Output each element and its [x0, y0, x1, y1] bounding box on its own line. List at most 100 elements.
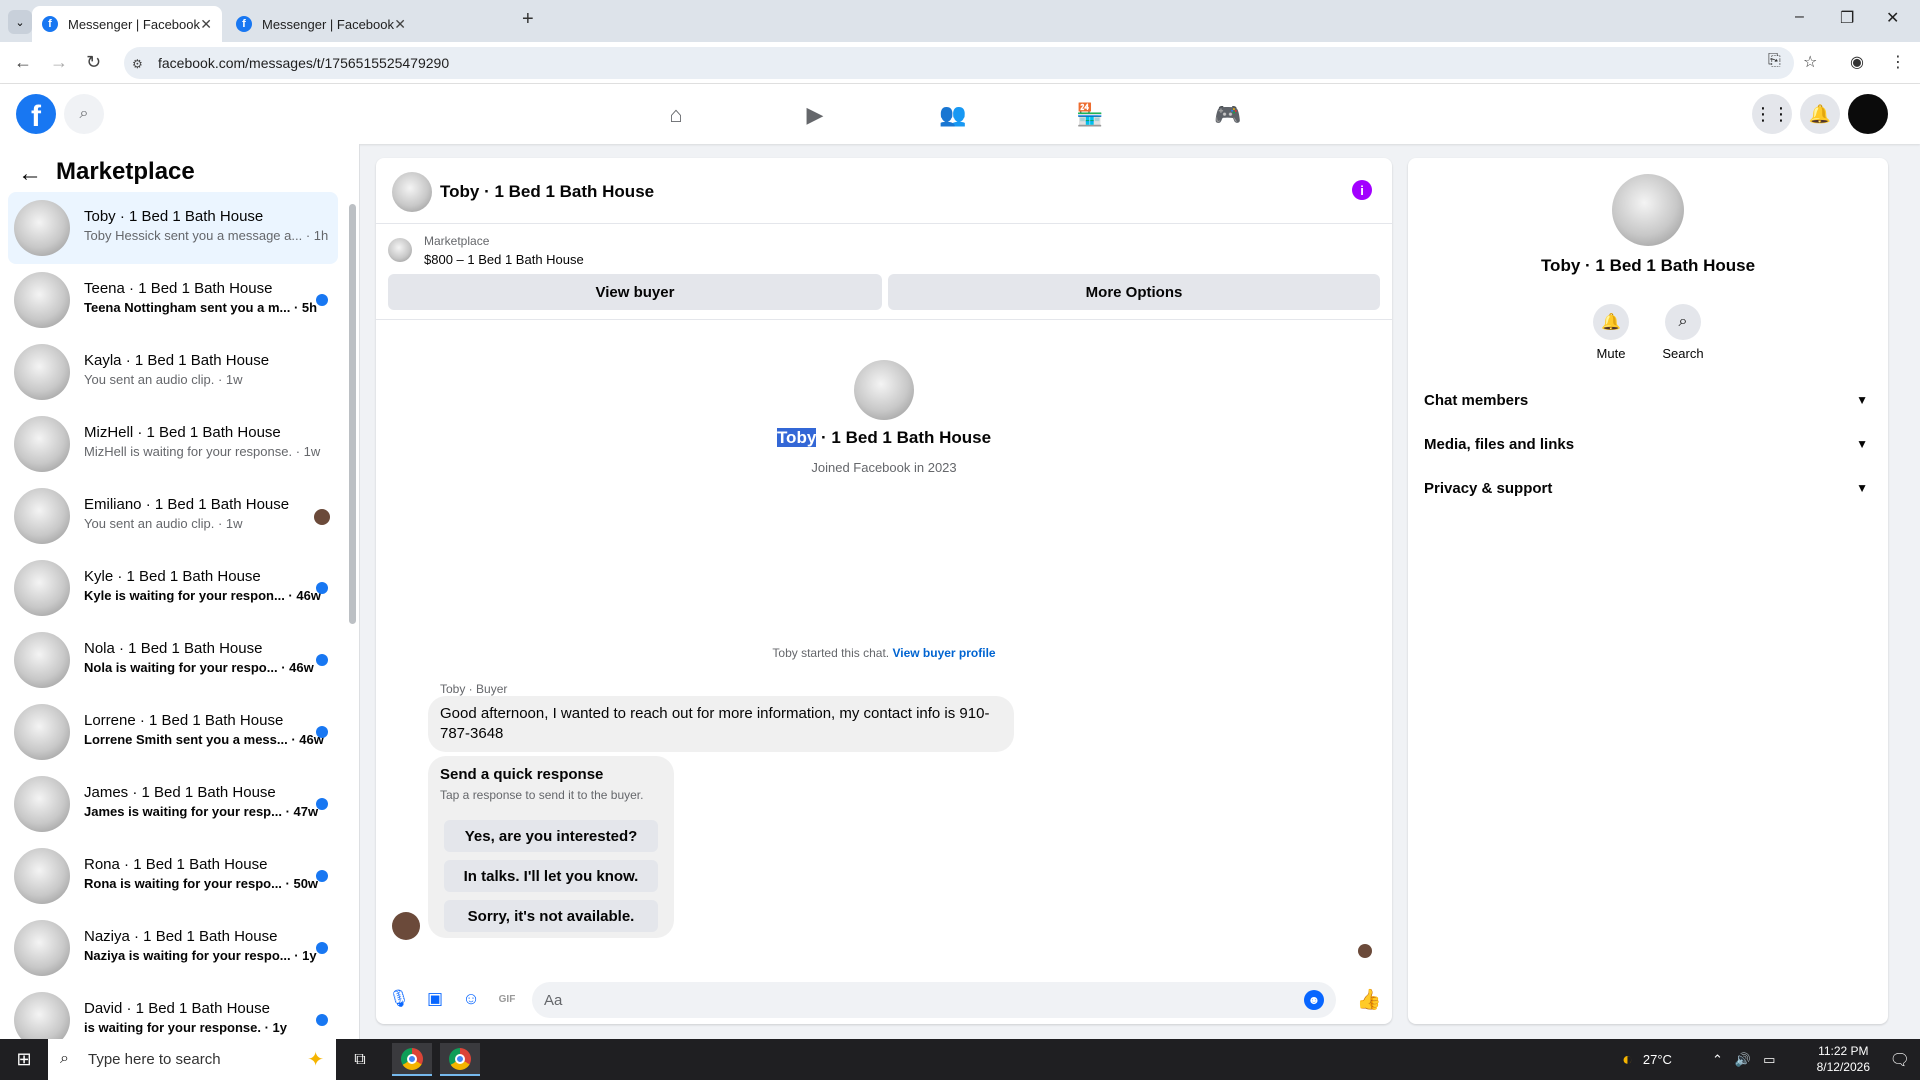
reload-icon[interactable]: ↻	[86, 52, 101, 73]
info-avatar[interactable]	[1612, 174, 1684, 246]
intro-name: Toby · 1 Bed 1 Bath House	[776, 428, 992, 447]
message-bubble[interactable]: Good afternoon, I wanted to reach out fo…	[428, 696, 1014, 752]
listing-thumbnail[interactable]	[388, 238, 412, 262]
weather-widget[interactable]: ◐ 27°C	[1622, 1039, 1672, 1080]
conversation-name: James · 1 Bed 1 Bath House	[84, 784, 276, 801]
home-icon[interactable]: ⌂	[661, 100, 691, 130]
photo-icon[interactable]: ▣	[424, 988, 446, 1010]
conversation-item[interactable]: Rona · 1 Bed 1 Bath House Rona is waiting…	[8, 840, 338, 912]
conversation-item[interactable]: Toby · 1 Bed 1 Bath House Toby Hessick se…	[8, 192, 338, 264]
sidebar-scrollbar[interactable]	[349, 204, 356, 624]
quick-reply-button[interactable]: Yes, are you interested?	[444, 820, 658, 852]
volume-icon[interactable]: 🔊	[1735, 1052, 1751, 1068]
network-icon[interactable]: ▭	[1763, 1052, 1775, 1068]
mute-label: Mute	[1596, 346, 1626, 361]
conversation-name: MizHell · 1 Bed 1 Bath House	[84, 424, 281, 441]
conversation-item[interactable]: James · 1 Bed 1 Bath House James is waiti…	[8, 768, 338, 840]
chat-started-notice: Toby started this chat. View buyer profi…	[772, 646, 996, 660]
install-app-icon[interactable]: ⎘	[1768, 52, 1781, 70]
back-arrow-icon[interactable]: ←	[18, 160, 42, 188]
media-files-links-section[interactable]: Media, files and links ▼	[1424, 424, 1872, 464]
like-thumb-icon[interactable]: 👍	[1357, 988, 1382, 1011]
chrome-app-icon[interactable]	[440, 1043, 480, 1076]
chrome-app-icon[interactable]	[392, 1043, 432, 1076]
view-buyer-profile-link[interactable]: View buyer profile	[892, 646, 995, 660]
browser-menu-icon[interactable]: ⋮	[1890, 52, 1906, 72]
buyer-avatar[interactable]	[392, 912, 420, 940]
microphone-icon[interactable]: 🎙	[388, 988, 410, 1010]
bell-icon: 🔔	[1593, 304, 1629, 340]
conversation-preview: is waiting for your response. · 1y	[84, 1020, 287, 1035]
tab-title: Messenger | Facebook	[68, 16, 200, 32]
back-icon[interactable]: ←	[14, 52, 32, 73]
unread-dot	[316, 1014, 328, 1026]
clock[interactable]: 11:22 PM 8/12/2026	[1817, 1043, 1870, 1075]
restore-button[interactable]: ❐	[1840, 8, 1854, 28]
conversation-avatar	[14, 560, 70, 616]
message-input[interactable]: Aa ☻	[532, 982, 1336, 1018]
conversation-preview: Toby Hessick sent you a message a... · 1…	[84, 228, 329, 243]
gaming-icon[interactable]: 🎮	[1213, 100, 1243, 130]
conversation-item[interactable]: Emiliano · 1 Bed 1 Bath House You sent an…	[8, 480, 338, 552]
privacy-support-section[interactable]: Privacy & support ▼	[1424, 468, 1872, 508]
notification-center-icon[interactable]: 🗨	[1890, 1050, 1910, 1070]
chat-avatar[interactable]	[392, 172, 432, 212]
close-window-button[interactable]: ✕	[1886, 8, 1899, 28]
bookmark-star-icon[interactable]: ☆	[1803, 52, 1817, 72]
search-action[interactable]: ⌕ Search	[1648, 304, 1718, 361]
video-icon[interactable]: ▶	[800, 100, 830, 130]
close-tab-icon[interactable]: ✕	[200, 16, 212, 33]
close-tab-icon[interactable]: ✕	[394, 16, 406, 33]
search-icon[interactable]: ⌕	[64, 94, 104, 134]
url-input[interactable]: facebook.com/messages/t/1756515525479290	[124, 47, 1794, 79]
taskbar-search[interactable]: ⌕ Type here to search ✦	[48, 1039, 336, 1080]
profile-avatar[interactable]	[1848, 94, 1888, 134]
windows-start-icon[interactable]: ⊞	[0, 1039, 48, 1080]
conversation-item[interactable]: Teena · 1 Bed 1 Bath House Teena Nottingh…	[8, 264, 338, 336]
info-icon[interactable]: i	[1352, 180, 1372, 200]
conversation-name: David · 1 Bed 1 Bath House	[84, 1000, 270, 1017]
tab-list-button[interactable]: ⌄	[8, 10, 32, 34]
menu-grid-icon[interactable]: ⋮⋮	[1752, 94, 1792, 134]
conversation-item[interactable]: Kayla · 1 Bed 1 Bath House You sent an au…	[8, 336, 338, 408]
conversation-preview: Naziya is waiting for your respo... · 1y	[84, 948, 317, 963]
conversation-item[interactable]: Nola · 1 Bed 1 Bath House Nola is waiting…	[8, 624, 338, 696]
conversation-name: Teena · 1 Bed 1 Bath House	[84, 280, 273, 297]
system-tray-icons[interactable]: ⌃ 🔊 ▭	[1712, 1039, 1775, 1080]
friends-icon[interactable]: 👥	[938, 100, 968, 130]
browser-tab-active[interactable]: f Messenger | Facebook ✕	[32, 6, 222, 42]
more-options-button[interactable]: More Options	[888, 274, 1380, 310]
chat-title[interactable]: Toby · 1 Bed 1 Bath House	[440, 182, 654, 202]
sticker-icon[interactable]: ☺	[460, 988, 482, 1010]
conversation-item[interactable]: MizHell · 1 Bed 1 Bath House MizHell is w…	[8, 408, 338, 480]
view-buyer-button[interactable]: View buyer	[388, 274, 882, 310]
gif-icon[interactable]: GIF	[496, 988, 518, 1010]
browser-tab[interactable]: f Messenger | Facebook ✕	[226, 6, 416, 42]
search-icon: ⌕	[1665, 304, 1701, 340]
listing-title[interactable]: $800 – 1 Bed 1 Bath House	[424, 252, 584, 267]
quick-response-subtitle: Tap a response to send it to the buyer.	[440, 788, 644, 802]
minimize-button[interactable]: –	[1795, 8, 1804, 26]
intro-avatar[interactable]	[854, 360, 914, 420]
quick-reply-button[interactable]: In talks. I'll let you know.	[444, 860, 658, 892]
notifications-icon[interactable]: 🔔	[1800, 94, 1840, 134]
info-name: Toby · 1 Bed 1 Bath House	[1540, 256, 1756, 275]
marketplace-icon[interactable]: 🏪	[1075, 100, 1105, 130]
conversation-preview: You sent an audio clip. · 1w	[84, 516, 243, 531]
mute-action[interactable]: 🔔 Mute	[1576, 304, 1646, 361]
conversation-avatar	[14, 848, 70, 904]
conversation-item[interactable]: Naziya · 1 Bed 1 Bath House Naziya is wai…	[8, 912, 338, 984]
facebook-logo[interactable]: f	[16, 94, 56, 134]
emoji-icon[interactable]: ☻	[1304, 990, 1324, 1010]
chevron-up-icon[interactable]: ⌃	[1712, 1052, 1723, 1068]
profile-icon[interactable]: ◉	[1850, 52, 1864, 72]
new-tab-button[interactable]: +	[522, 8, 534, 31]
conversation-item[interactable]: Kyle · 1 Bed 1 Bath House Kyle is waiting…	[8, 552, 338, 624]
task-view-icon[interactable]: ⧉	[340, 1043, 380, 1076]
chat-members-section[interactable]: Chat members ▼	[1424, 380, 1872, 420]
site-settings-icon[interactable]: ⚙	[132, 57, 143, 71]
url-text: facebook.com/messages/t/1756515525479290	[158, 55, 450, 71]
conversation-item[interactable]: Lorrene · 1 Bed 1 Bath House Lorrene Smit…	[8, 696, 338, 768]
forward-icon[interactable]: →	[50, 52, 68, 73]
quick-reply-button[interactable]: Sorry, it's not available.	[444, 900, 658, 932]
